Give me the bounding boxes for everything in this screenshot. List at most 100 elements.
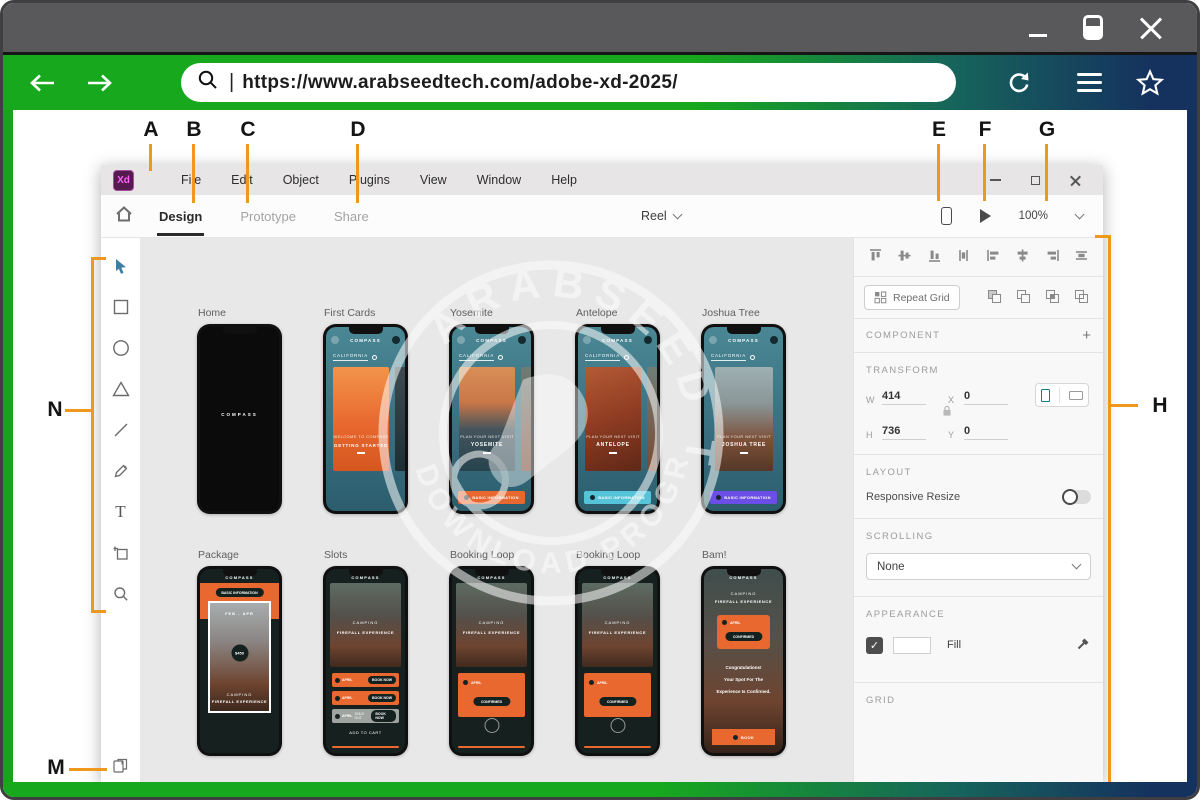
artboard-label[interactable]: Antelope xyxy=(576,307,617,319)
fill-color-swatch[interactable] xyxy=(893,637,931,654)
artboard-label[interactable]: Bam! xyxy=(702,549,727,561)
lock-aspect-icon[interactable] xyxy=(942,405,952,420)
portrait-icon[interactable] xyxy=(1041,389,1050,402)
design-canvas[interactable]: Home COMPASS First Cards COMPASS CALIFOR… xyxy=(141,238,853,782)
boolean-subtract-icon[interactable] xyxy=(1016,289,1031,307)
artboard-label[interactable]: Joshua Tree xyxy=(702,307,760,319)
slot-label: APRIL xyxy=(730,621,741,625)
artboard-bam[interactable]: Bam! COMPASS CAMPING FIREFALL EXPERIENCE… xyxy=(701,566,786,756)
line-tool-icon[interactable] xyxy=(107,416,135,444)
scrolling-title: SCROLLING xyxy=(866,531,1091,542)
pen-tool-icon[interactable] xyxy=(107,457,135,485)
artboard-label[interactable]: Package xyxy=(198,549,239,561)
artboard-label[interactable]: Slots xyxy=(324,549,347,561)
responsive-resize-toggle[interactable] xyxy=(1063,490,1091,504)
y-input[interactable]: 0 xyxy=(964,425,1008,440)
xd-minimize-icon[interactable] xyxy=(990,179,1001,181)
x-input[interactable]: 0 xyxy=(964,390,1008,405)
ellipse-tool-icon[interactable] xyxy=(107,334,135,362)
device-preview-icon[interactable] xyxy=(941,207,952,225)
home-icon[interactable] xyxy=(115,206,133,227)
cta-dot-icon xyxy=(590,495,595,500)
artboard-booking-loop-2[interactable]: Booking Loop COMPASS CAMPING FIREFALL EX… xyxy=(575,566,660,756)
experience-photo: CAMPING FIREFALL EXPERIENCE xyxy=(330,583,401,667)
artboard-slots[interactable]: Slots COMPASS CAMPING FIREFALL EXPERIENC… xyxy=(323,566,408,756)
menu-plugins[interactable]: Plugins xyxy=(334,173,405,187)
document-name-dropdown[interactable]: Reel xyxy=(641,195,681,237)
menu-edit[interactable]: Edit xyxy=(216,173,268,187)
window-minimize-icon[interactable] xyxy=(1029,34,1047,37)
location-label: CALIFORNIA xyxy=(711,353,746,361)
artboard-label[interactable]: Booking Loop xyxy=(576,549,640,561)
window-maximize-icon[interactable] xyxy=(1083,15,1103,40)
screen-package: COMPASS BASIC INFORMATION FEB - APR $450… xyxy=(200,569,279,753)
bookmark-star-icon[interactable] xyxy=(1135,68,1165,98)
align-left-icon[interactable] xyxy=(986,248,1001,266)
select-tool-icon[interactable] xyxy=(107,252,135,280)
zoom-tool-icon[interactable] xyxy=(107,580,135,608)
cta-label: BOOK xyxy=(741,735,754,740)
scrolling-select[interactable]: None xyxy=(866,553,1091,580)
width-input[interactable]: 414 xyxy=(882,390,926,405)
distribute-vertical-icon[interactable] xyxy=(956,248,971,266)
height-input[interactable]: 736 xyxy=(882,425,926,440)
artboard-yosemite[interactable]: Yosemite COMPASS CALIFORNIA PLAN YOUR NE… xyxy=(449,324,534,514)
add-component-icon[interactable]: + xyxy=(1082,327,1091,344)
artboard-tool-icon[interactable] xyxy=(107,539,135,567)
artboard-label[interactable]: Yosemite xyxy=(450,307,493,319)
artboard-booking-loop-1[interactable]: Booking Loop COMPASS CAMPING FIREFALL EX… xyxy=(449,566,534,756)
artboard-joshua-tree[interactable]: Joshua Tree COMPASS CALIFORNIA PLAN YOUR… xyxy=(701,324,786,514)
back-button-icon xyxy=(583,336,591,344)
landscape-icon[interactable] xyxy=(1069,391,1083,400)
align-middle-vertical-icon[interactable] xyxy=(897,248,912,266)
artboard-home[interactable]: Home COMPASS xyxy=(197,324,282,514)
align-top-icon[interactable] xyxy=(868,248,883,266)
window-close-icon[interactable] xyxy=(1139,16,1163,40)
experience-line2: FIREFALL EXPERIENCE xyxy=(582,630,653,635)
align-center-horizontal-icon[interactable] xyxy=(1015,248,1030,266)
back-icon[interactable] xyxy=(27,74,57,92)
align-right-icon[interactable] xyxy=(1045,248,1060,266)
search-button-icon xyxy=(770,336,778,344)
chevron-down-icon xyxy=(1072,560,1082,570)
artboard-antelope[interactable]: Antelope COMPASS CALIFORNIA PLAN YOUR NE… xyxy=(575,324,660,514)
eyedropper-icon[interactable] xyxy=(1076,636,1091,654)
refresh-icon[interactable] xyxy=(1006,70,1032,96)
menu-object[interactable]: Object xyxy=(268,173,334,187)
screen-bam: COMPASS CAMPING FIREFALL EXPERIENCE APRI… xyxy=(704,569,783,753)
libraries-icon[interactable] xyxy=(101,757,140,774)
browser-menu-icon[interactable] xyxy=(1077,73,1102,93)
menu-view[interactable]: View xyxy=(405,173,462,187)
xd-close-icon[interactable] xyxy=(1070,175,1081,186)
play-preview-icon[interactable] xyxy=(980,209,991,223)
text-tool-icon[interactable]: T xyxy=(107,498,135,526)
repeat-grid-button[interactable]: Repeat Grid xyxy=(864,285,960,310)
search-button-icon xyxy=(392,336,400,344)
forward-icon[interactable] xyxy=(85,74,115,92)
boolean-add-icon[interactable] xyxy=(987,289,1002,307)
url-text[interactable]: https://www.arabseedtech.com/adobe-xd-20… xyxy=(242,72,678,94)
tab-share[interactable]: Share xyxy=(334,197,369,236)
distribute-horizontal-icon[interactable] xyxy=(1074,248,1089,266)
artboard-package[interactable]: Package COMPASS BASIC INFORMATION FEB - … xyxy=(197,566,282,756)
align-bottom-icon[interactable] xyxy=(927,248,942,266)
fill-checkbox[interactable]: ✓ xyxy=(866,637,883,654)
artboard-label[interactable]: Booking Loop xyxy=(450,549,514,561)
boolean-exclude-icon[interactable] xyxy=(1074,289,1089,307)
polygon-tool-icon[interactable] xyxy=(107,375,135,403)
address-bar[interactable]: | https://www.arabseedtech.com/adobe-xd-… xyxy=(181,63,956,102)
repeat-grid-label: Repeat Grid xyxy=(893,292,950,304)
book-button: BOOK xyxy=(712,729,775,745)
artboard-label[interactable]: Home xyxy=(198,307,226,319)
xd-maximize-icon[interactable] xyxy=(1031,176,1040,185)
menu-help[interactable]: Help xyxy=(536,173,592,187)
cta-dot-icon xyxy=(716,495,721,500)
artboard-first-cards[interactable]: First Cards COMPASS CALIFORNIA WELCOME T… xyxy=(323,324,408,514)
boolean-intersect-icon[interactable] xyxy=(1045,289,1060,307)
zoom-chevron-icon[interactable] xyxy=(1075,209,1085,219)
rectangle-tool-icon[interactable] xyxy=(107,293,135,321)
artboard-label[interactable]: First Cards xyxy=(324,307,375,319)
tab-design[interactable]: Design xyxy=(159,197,202,236)
menu-window[interactable]: Window xyxy=(462,173,536,187)
zoom-level[interactable]: 100% xyxy=(1019,210,1048,222)
